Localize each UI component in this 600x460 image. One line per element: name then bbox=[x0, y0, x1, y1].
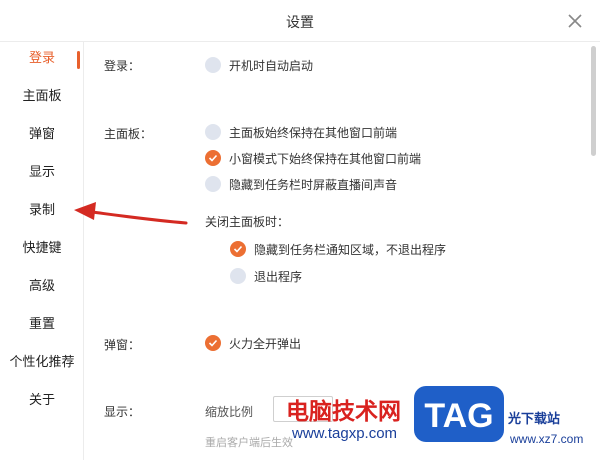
tag-logo-text: TAG bbox=[424, 397, 493, 435]
option-hide-to-tray[interactable]: 隐藏到任务栏通知区域，不退出程序 bbox=[230, 240, 446, 258]
dialog-title: 设置 bbox=[286, 15, 314, 31]
sidebar-item-record[interactable]: 录制 bbox=[0, 196, 84, 226]
watermark-site-name: 电脑技术网 bbox=[286, 399, 401, 425]
sidebar-item-label: 快捷键 bbox=[22, 241, 62, 256]
sidebar-item-label: 录制 bbox=[28, 203, 55, 218]
option-full-fire-popup[interactable]: 火力全开弹出 bbox=[205, 334, 301, 352]
option-label: 隐藏到任务栏时屏蔽直播间声音 bbox=[229, 177, 398, 192]
option-mini-always-on-top[interactable]: 小窗模式下始终保持在其他窗口前端 bbox=[205, 149, 421, 167]
radio-checked-icon bbox=[205, 150, 221, 166]
sidebar-item-label: 关于 bbox=[28, 393, 55, 408]
sidebar-item-about[interactable]: 关于 bbox=[0, 386, 84, 416]
radio-checked-icon bbox=[230, 241, 246, 257]
section-label-display: 显示： bbox=[104, 405, 141, 419]
option-label: 火力全开弹出 bbox=[229, 336, 302, 351]
option-label: 主面板始终保持在其他窗口前端 bbox=[229, 125, 398, 140]
content-scrollbar[interactable] bbox=[591, 46, 596, 156]
option-auto-start[interactable]: 开机时自动启动 bbox=[205, 56, 313, 74]
radio-unchecked-icon bbox=[230, 268, 246, 284]
settings-sidebar: 登录 主面板 弹窗 显示 录制 快捷键 高级 重置 个性化推荐 关于 bbox=[0, 42, 84, 460]
option-mute-when-hidden[interactable]: 隐藏到任务栏时屏蔽直播间声音 bbox=[205, 175, 397, 193]
option-exit-program[interactable]: 退出程序 bbox=[230, 267, 302, 285]
active-indicator bbox=[77, 51, 80, 69]
option-label: 开机时自动启动 bbox=[229, 58, 314, 73]
scale-label: 缩放比例 bbox=[205, 405, 254, 419]
sidebar-item-label: 个性化推荐 bbox=[9, 355, 75, 370]
radio-unchecked-icon bbox=[205, 57, 221, 73]
sidebar-item-advanced[interactable]: 高级 bbox=[0, 272, 84, 302]
option-label: 退出程序 bbox=[254, 269, 303, 284]
sidebar-item-display[interactable]: 显示 bbox=[0, 158, 84, 188]
sidebar-item-label: 弹窗 bbox=[28, 127, 55, 142]
sidebar-item-main-panel[interactable]: 主面板 bbox=[0, 82, 84, 112]
section-label-popup: 弹窗： bbox=[104, 338, 141, 352]
sidebar-item-label: 重置 bbox=[28, 317, 55, 332]
radio-unchecked-icon bbox=[205, 176, 221, 192]
sidebar-item-popup[interactable]: 弹窗 bbox=[0, 120, 84, 150]
watermark-site-url: www.tagxp.com bbox=[292, 425, 398, 442]
sidebar-item-personalized[interactable]: 个性化推荐 bbox=[0, 348, 84, 378]
sidebar-item-login[interactable]: 登录 bbox=[0, 44, 84, 74]
option-label: 隐藏到任务栏通知区域，不退出程序 bbox=[254, 242, 447, 257]
section-label-login: 登录： bbox=[104, 59, 141, 73]
sidebar-item-label: 主面板 bbox=[22, 89, 62, 104]
watermark-right-text: 光下载站 bbox=[508, 412, 561, 427]
watermark-right-url: www.xz7.com bbox=[510, 432, 584, 446]
settings-dialog: 设置 登录 主面板 弹窗 显示 录制 快捷键 高级 重置 个性化推荐 关于 登录… bbox=[0, 0, 600, 460]
sidebar-item-label: 高级 bbox=[28, 279, 55, 294]
sidebar-item-label: 显示 bbox=[28, 165, 55, 180]
sidebar-item-shortcuts[interactable]: 快捷键 bbox=[0, 234, 84, 264]
sidebar-item-reset[interactable]: 重置 bbox=[0, 310, 84, 340]
section-label-main-panel: 主面板： bbox=[104, 127, 153, 141]
sidebar-item-label: 登录 bbox=[28, 51, 55, 66]
close-icon[interactable] bbox=[566, 12, 584, 30]
title-bar: 设置 bbox=[0, 0, 600, 42]
option-panel-always-on-top[interactable]: 主面板始终保持在其他窗口前端 bbox=[205, 123, 397, 141]
tag-logo: TAG bbox=[414, 386, 504, 442]
option-label: 小窗模式下始终保持在其他窗口前端 bbox=[229, 151, 422, 166]
close-panel-label: 关闭主面板时： bbox=[205, 215, 290, 229]
restart-hint: 重启客户端后生效 bbox=[205, 436, 293, 449]
radio-unchecked-icon bbox=[205, 124, 221, 140]
radio-checked-icon bbox=[205, 335, 221, 351]
